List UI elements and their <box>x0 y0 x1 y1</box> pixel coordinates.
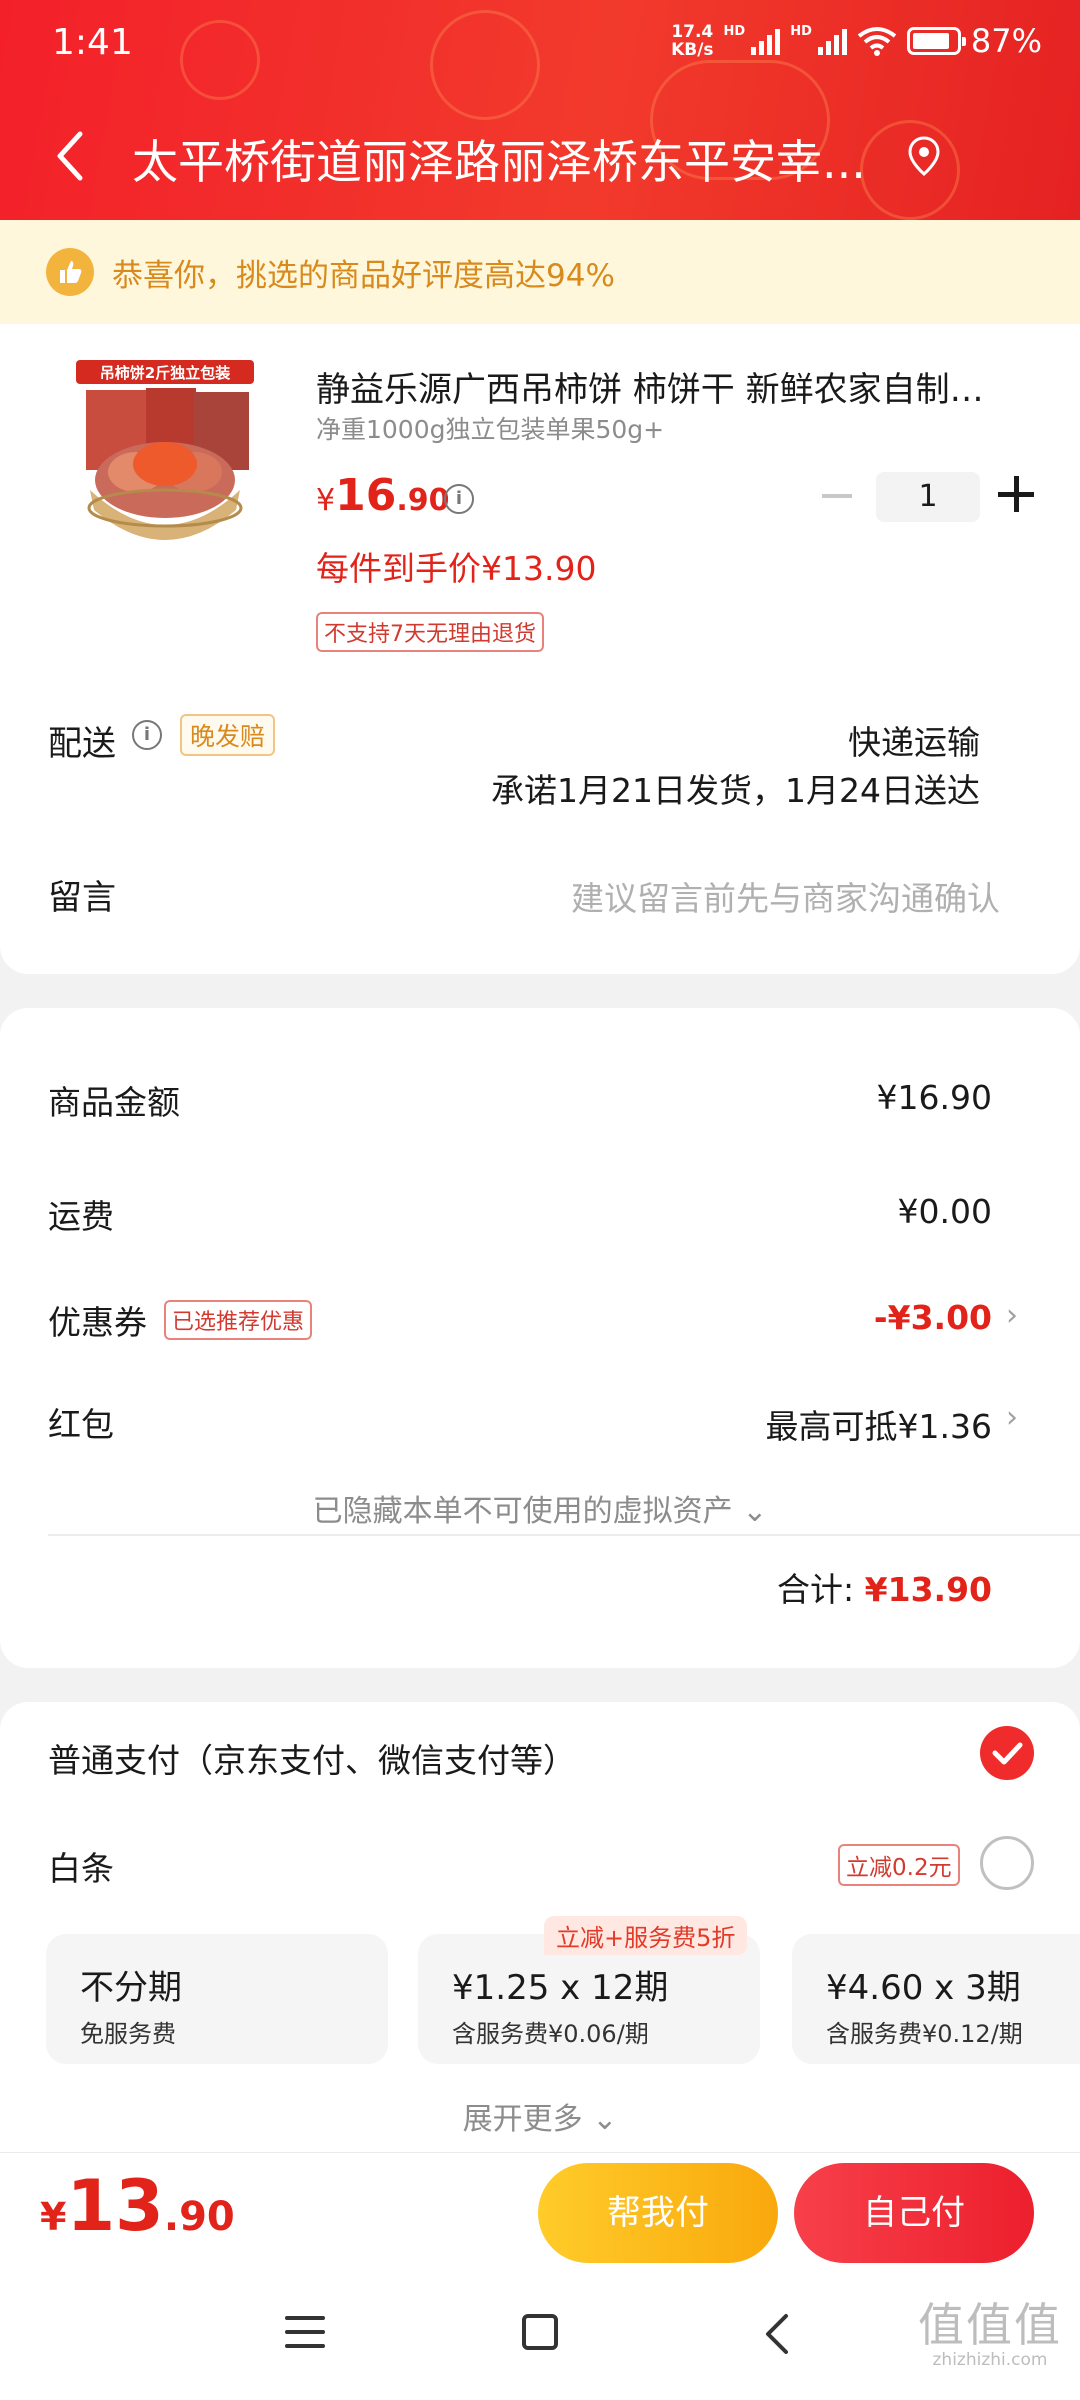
message-label: 留言 <box>48 878 116 918</box>
hd-label: HD <box>790 23 812 39</box>
quantity-input[interactable]: 1 <box>876 472 980 522</box>
chevron-down-icon: ⌄ <box>742 1494 768 1529</box>
status-bar: 1:41 17.4 KB/s HD HD 87% <box>0 0 1080 96</box>
installment-option[interactable]: ¥4.60 x 3期 含服务费¥0.12/期 <box>792 1934 1080 2064</box>
back-nav-icon[interactable] <box>758 2312 798 2356</box>
battery-icon <box>906 27 966 55</box>
red-packet-value[interactable]: 最高可抵¥1.36 <box>766 1400 992 1448</box>
product-image-label: 吊柿饼2斤独立包装 <box>100 364 231 382</box>
signal-icon <box>751 27 781 55</box>
product-price: ¥16.90 <box>316 470 450 521</box>
banner-text: 恭喜你，挑选的商品好评度高达94% <box>112 257 615 294</box>
coupon-value[interactable]: -¥3.00 <box>874 1298 992 1337</box>
expand-more-button[interactable]: 展开更多 ⌄ <box>0 2094 1080 2138</box>
rating-banner: 恭喜你，挑选的商品好评度高达94% <box>0 220 1080 324</box>
goods-amount-label: 商品金额 <box>48 1083 180 1122</box>
late-compensation-badge: 晚发赔 <box>180 714 276 756</box>
back-icon[interactable] <box>48 126 98 186</box>
quantity-plus-button[interactable] <box>998 476 1034 512</box>
installment-promo-tag: 立减+服务费5折 <box>544 1916 748 1955</box>
shipping-promise: 承诺1月21日发货，1月24日送达 <box>491 771 980 810</box>
goods-amount-value: ¥16.90 <box>876 1078 992 1117</box>
delivery-info-icon[interactable]: i <box>132 720 162 750</box>
system-navigation-bar: 值值值 zhizhizhi.com <box>0 2272 1080 2400</box>
nav-row: 太平桥街道丽泽路丽泽桥东平安幸... <box>0 110 1080 200</box>
product-image[interactable]: 吊柿饼2斤独立包装 <box>76 360 254 560</box>
divider <box>48 1534 1080 1536</box>
baitiao-discount-badge: 立减0.2元 <box>838 1844 960 1886</box>
red-packet-label: 红包 <box>48 1405 114 1444</box>
wifi-icon <box>857 27 897 56</box>
product-title[interactable]: 静益乐源广西吊柿饼 柿饼干 新鲜农家自制吊... <box>316 362 1016 411</box>
delivery-label: 配送 <box>48 724 116 764</box>
checkout-bar: ¥13.90 帮我付 自己付 <box>0 2152 1080 2272</box>
thumbs-up-icon <box>46 248 94 296</box>
checkout-total: ¥13.90 <box>40 2165 235 2247</box>
status-icons: 17.4 KB/s HD HD 87% <box>671 22 1042 60</box>
hd-label: HD <box>723 23 746 39</box>
no-return-badge: 不支持7天无理由退货 <box>316 612 544 652</box>
normal-payment-label[interactable]: 普通支付（京东支付、微信支付等） <box>48 1734 576 1782</box>
unit-final-price: 每件到手价¥13.90 <box>316 549 597 588</box>
header: 1:41 17.4 KB/s HD HD 87% 太平桥街道丽泽路丽泽桥东平安幸… <box>0 0 1080 220</box>
normal-payment-radio[interactable] <box>980 1726 1034 1780</box>
shipping-method[interactable]: 快递运输 <box>848 716 980 764</box>
quantity-minus-button[interactable] <box>822 494 852 498</box>
menu-icon[interactable] <box>285 2316 325 2350</box>
payment-card: 普通支付（京东支付、微信支付等） 白条 立减0.2元 不分期 免服务费 ¥1.2… <box>0 1702 1080 2152</box>
coupon-recommended-badge: 已选推荐优惠 <box>164 1300 313 1340</box>
pay-myself-button[interactable]: 自己付 <box>794 2163 1034 2263</box>
home-icon[interactable] <box>522 2314 558 2350</box>
network-speed: 17.4 KB/s <box>671 22 714 60</box>
chevron-right-icon[interactable]: › <box>1006 1298 1018 1333</box>
coupon-label: 优惠券 <box>48 1303 147 1342</box>
checkmark-icon <box>992 1742 1023 1765</box>
price-info-icon[interactable]: i <box>444 484 474 514</box>
signal-icon <box>817 27 847 55</box>
delivery-address[interactable]: 太平桥街道丽泽路丽泽桥东平安幸... <box>132 126 912 192</box>
watermark-logo: 值值值 zhizhizhi.com <box>918 2298 1062 2370</box>
baitiao-radio[interactable] <box>980 1836 1034 1890</box>
chevron-down-icon: ⌄ <box>592 2102 618 2137</box>
shipping-fee-label: 运费 <box>48 1197 114 1236</box>
order-total: 合计: ¥13.90 <box>777 1570 992 1609</box>
price-summary-card: 商品金额 ¥16.90 运费 ¥0.00 优惠券 已选推荐优惠 -¥3.00 ›… <box>0 1008 1080 1668</box>
chevron-right-icon[interactable]: › <box>1006 1400 1018 1435</box>
product-card: 吊柿饼2斤独立包装 静益乐源广西吊柿饼 柿饼干 新鲜农家自制吊... 净重100… <box>0 324 1080 974</box>
shipping-fee-value: ¥0.00 <box>897 1192 992 1231</box>
battery-percent: 87% <box>970 22 1042 60</box>
baitiao-label[interactable]: 白条 <box>48 1842 114 1890</box>
help-me-pay-button[interactable]: 帮我付 <box>538 2163 778 2263</box>
message-input[interactable]: 建议留言前先与商家沟通确认 <box>571 872 1000 920</box>
product-spec: 净重1000g独立包装单果50g+ <box>316 415 665 444</box>
installment-option[interactable]: 不分期 免服务费 <box>46 1934 388 2064</box>
location-pin-icon[interactable] <box>902 134 946 178</box>
hidden-assets-toggle[interactable]: 已隐藏本单不可使用的虚拟资产 ⌄ <box>0 1486 1080 1530</box>
clock: 1:41 <box>52 22 133 63</box>
